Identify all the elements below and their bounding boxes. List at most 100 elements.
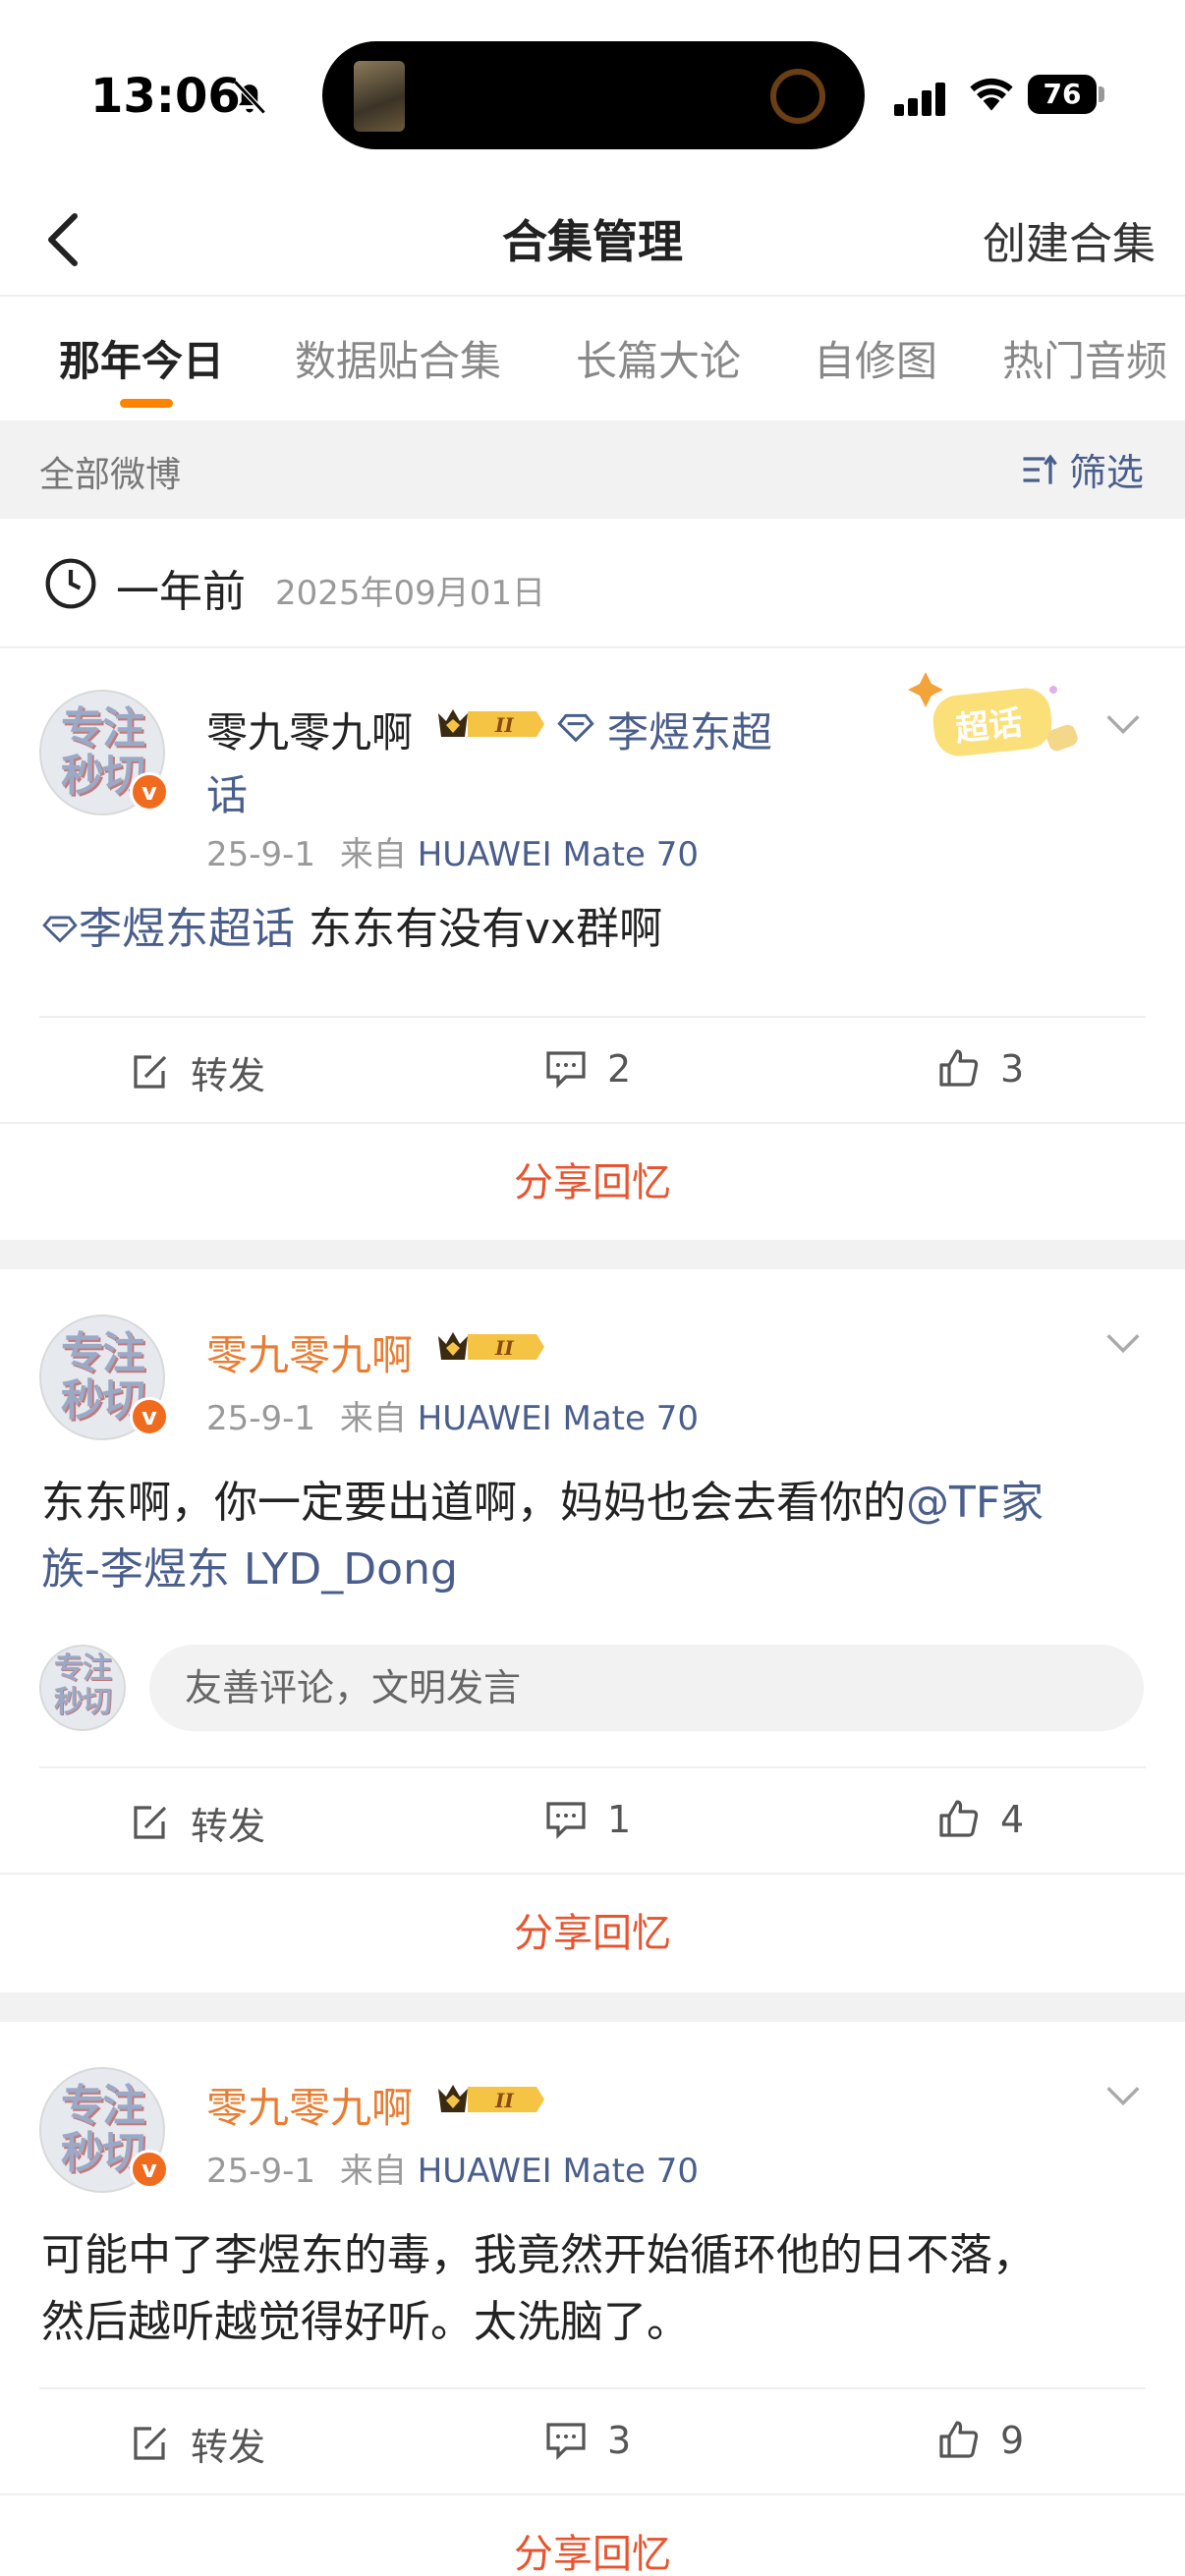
- verified-badge-icon: v: [130, 2150, 169, 2189]
- comment-input[interactable]: 友善评论，文明发言: [149, 1645, 1144, 1731]
- post-device[interactable]: HUAWEI Mate 70: [418, 1399, 699, 1438]
- post-actions: 转发 2 3: [39, 1016, 1146, 1122]
- post-time: 25-9-1: [206, 835, 316, 874]
- post-card: 专注 秒切 v 零九零九啊 II 25-9-1 来自 HUAWEI Mate 70…: [0, 1269, 1185, 1992]
- post-text: 东东啊，你一定要出道啊，妈妈也会去看你的@TF家族-李煜东 LYD_Dong: [41, 1470, 1152, 1603]
- topic-tag-continued[interactable]: 话: [206, 762, 248, 822]
- comment-count: 1: [607, 1798, 632, 1841]
- post-separator: [0, 1240, 1185, 1269]
- repost-label: 转发: [191, 2426, 266, 2469]
- post-actions: 转发 3 9: [39, 2387, 1146, 2493]
- like-icon: [939, 1049, 979, 1087]
- source-prefix: 来自: [339, 1399, 407, 1438]
- post-text: 李煜东超话 东东有没有vx群啊: [41, 896, 1152, 963]
- crown-badge-icon: II: [438, 2085, 544, 2112]
- post-card: 专注 秒切 v 零九零九啊 II 25-9-1 来自 HUAWEI Mate 70…: [0, 2022, 1185, 2576]
- topic-tag[interactable]: 李煜东超: [607, 700, 772, 759]
- mention-link-continued[interactable]: 族-李煜东 LYD_Dong: [41, 1544, 458, 1595]
- filter-button[interactable]: 筛选: [1018, 442, 1144, 496]
- comment-button[interactable]: 1: [542, 1796, 631, 1843]
- svg-text:II: II: [494, 713, 514, 737]
- share-memory-button[interactable]: 分享回忆: [0, 2493, 1185, 2576]
- post-username[interactable]: 零九零九啊: [206, 1322, 413, 1382]
- comment-button[interactable]: 3: [542, 2417, 631, 2464]
- supertopic-badge-text: 超话: [954, 703, 1025, 750]
- like-count: 4: [1000, 1798, 1025, 1841]
- post-body: 东东有没有vx群啊: [295, 904, 663, 954]
- create-collection-button[interactable]: 创建合集: [983, 208, 1156, 271]
- post-username[interactable]: 零九零九啊: [206, 2075, 413, 2135]
- post-separator: [0, 1992, 1185, 2022]
- filter-button-label: 筛选: [1068, 451, 1144, 494]
- post-body-line1: 可能中了李煜东的毒，我竟然开始循环他的日不落，: [41, 2230, 1036, 2280]
- verified-badge-icon: v: [130, 772, 169, 812]
- comment-composer: 专注 秒切 友善评论，文明发言: [39, 1645, 1146, 1733]
- date-relative: 一年前: [116, 567, 246, 617]
- comment-button[interactable]: 2: [542, 1045, 631, 1092]
- tab-this-day[interactable]: 那年今日: [59, 328, 224, 388]
- post-device[interactable]: HUAWEI Mate 70: [418, 835, 699, 874]
- repost-button[interactable]: 转发: [126, 1045, 265, 1099]
- battery-tip: [1099, 86, 1104, 102]
- wifi-icon: [970, 78, 1013, 111]
- filter-bar: 全部微博 筛选: [0, 420, 1185, 519]
- battery-icon: 76: [1028, 75, 1097, 114]
- comment-count: 3: [607, 2419, 632, 2462]
- tab-self-edited-images[interactable]: 自修图: [814, 328, 937, 388]
- filter-icon: [1023, 453, 1057, 484]
- date-absolute: 2025年09月01日: [275, 574, 546, 613]
- like-button[interactable]: 3: [935, 1045, 1024, 1092]
- post-username[interactable]: 零九零九啊: [206, 700, 413, 759]
- tab-hot-audio[interactable]: 热门音频: [1002, 328, 1167, 388]
- post-meta: 25-9-1 来自 HUAWEI Mate 70: [206, 2144, 699, 2192]
- like-icon: [939, 1800, 979, 1837]
- svg-text:II: II: [494, 2089, 514, 2112]
- post-card: 专注 秒切 v 零九零九啊 II 李煜东超 话 25-9-1 来自 HUAWEI …: [0, 650, 1185, 1240]
- like-icon: [939, 2421, 979, 2458]
- back-icon[interactable]: [28, 200, 106, 279]
- crown-badge-icon: II: [438, 1332, 544, 1360]
- status-bar: 13:06 76: [0, 0, 1185, 187]
- avatar[interactable]: 专注 秒切 v: [39, 1315, 169, 1440]
- chevron-down-icon[interactable]: [1100, 2073, 1146, 2118]
- avatar[interactable]: 专注 秒切 v: [39, 2067, 169, 2193]
- comment-icon: [546, 2423, 586, 2460]
- avatar[interactable]: 专注 秒切 v: [39, 690, 169, 815]
- tab-long-posts[interactable]: 长篇大论: [576, 328, 741, 388]
- like-button[interactable]: 9: [935, 2417, 1024, 2464]
- post-device[interactable]: HUAWEI Mate 70: [418, 2152, 699, 2191]
- tab-active-indicator: [120, 399, 173, 408]
- post-actions: 转发 1 4: [39, 1766, 1146, 1873]
- like-count: 3: [1000, 1047, 1025, 1091]
- activity-ring-icon: [770, 69, 825, 124]
- date-header: 一年前 2025年09月01日: [0, 519, 1185, 648]
- post-time: 25-9-1: [206, 2152, 316, 2191]
- filter-label[interactable]: 全部微博: [39, 446, 181, 497]
- repost-label: 转发: [191, 1805, 266, 1848]
- post-body: 东东啊，你一定要出道啊，妈妈也会去看你的: [41, 1478, 906, 1528]
- status-time: 13:06: [90, 69, 241, 124]
- verified-badge-icon: v: [130, 1397, 169, 1436]
- comment-icon: [546, 1051, 586, 1089]
- chevron-down-icon[interactable]: [1100, 1320, 1146, 1366]
- crown-badge-icon: II: [438, 709, 544, 737]
- clock-icon: [45, 558, 96, 609]
- tab-data-posts[interactable]: 数据贴合集: [295, 328, 501, 388]
- supertopic-badge-icon: 超话: [908, 672, 1078, 756]
- repost-button[interactable]: 转发: [126, 1796, 265, 1850]
- chevron-down-icon[interactable]: [1100, 701, 1146, 747]
- like-button[interactable]: 4: [935, 1796, 1024, 1843]
- post-text: 可能中了李煜东的毒，我竟然开始循环他的日不落， 然后越听越觉得好听。太洗脑了。: [41, 2222, 1152, 2356]
- repost-button[interactable]: 转发: [126, 2417, 265, 2471]
- comment-count: 2: [607, 1047, 632, 1091]
- mention-link[interactable]: @TF家: [906, 1478, 1044, 1528]
- collection-tabs: 那年今日 数据贴合集 长篇大论 自修图 热门音频: [0, 299, 1185, 419]
- diamond-icon: [42, 916, 78, 943]
- bell-off-icon: [233, 80, 266, 115]
- share-memory-button[interactable]: 分享回忆: [0, 1873, 1185, 1990]
- diamond-icon: [557, 713, 594, 743]
- share-memory-button[interactable]: 分享回忆: [0, 1122, 1185, 1240]
- post-meta: 25-9-1 来自 HUAWEI Mate 70: [206, 827, 699, 875]
- comment-icon: [546, 1802, 586, 1839]
- topic-link[interactable]: 李煜东超话: [79, 904, 295, 954]
